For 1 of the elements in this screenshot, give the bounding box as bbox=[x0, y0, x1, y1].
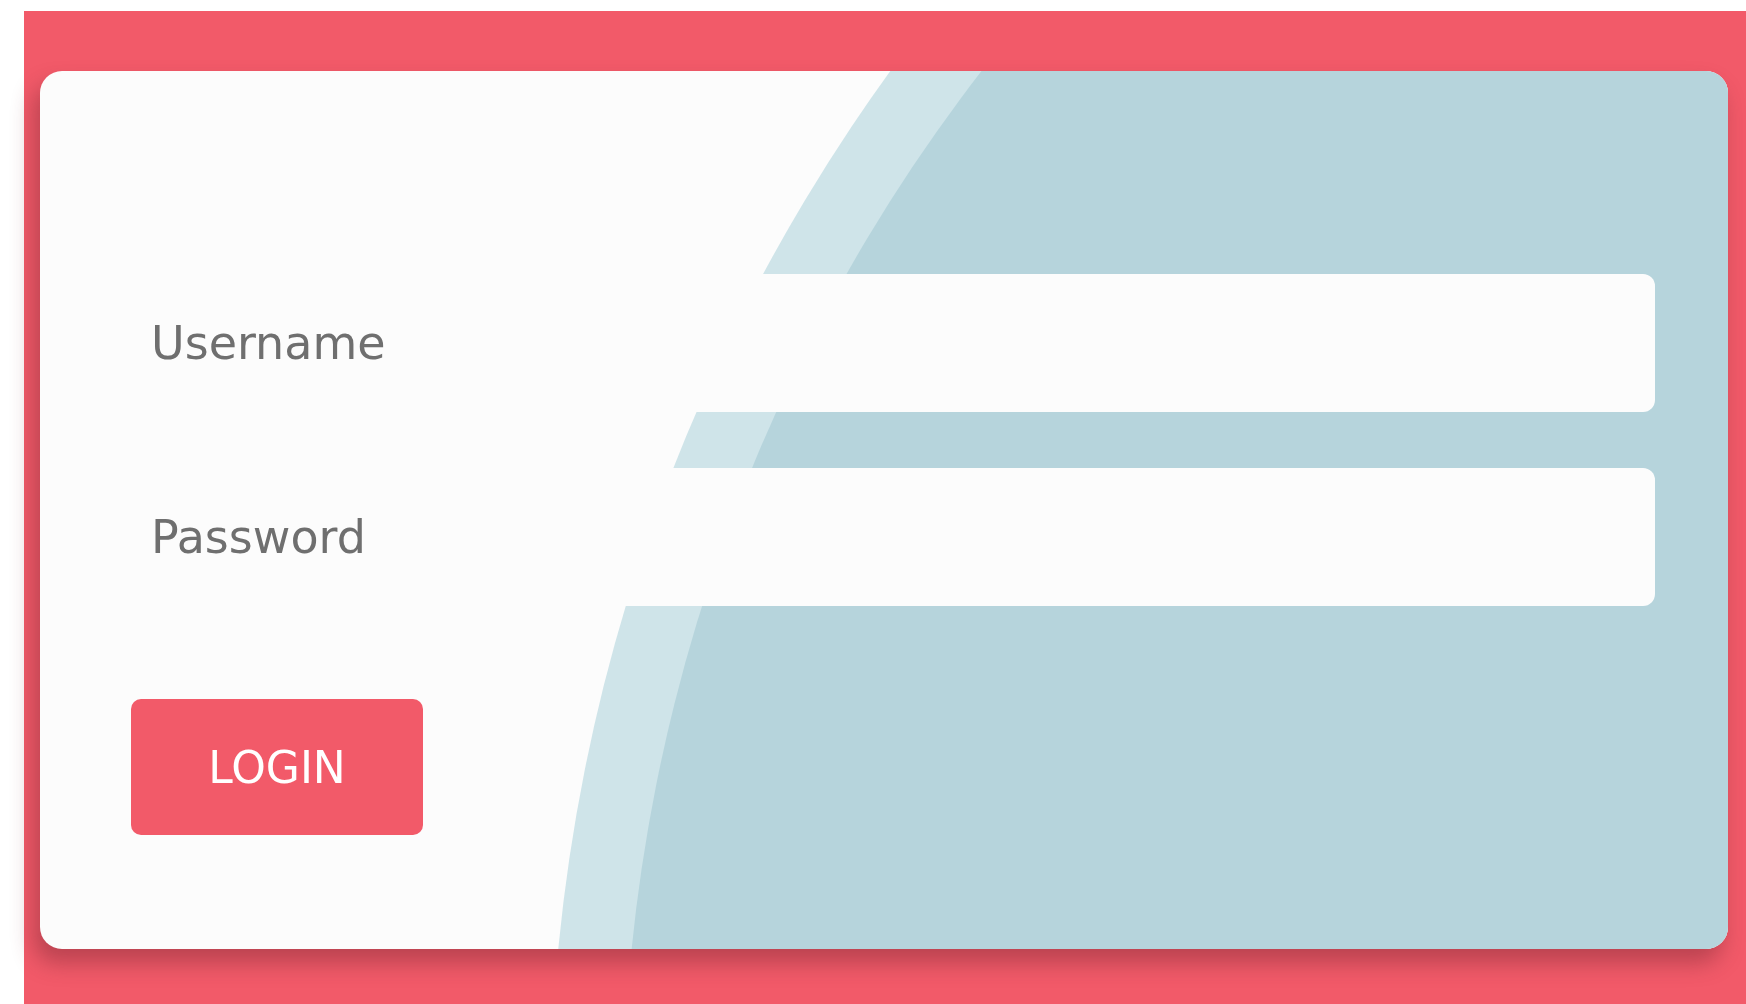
login-button[interactable]: LOGIN bbox=[131, 699, 423, 835]
